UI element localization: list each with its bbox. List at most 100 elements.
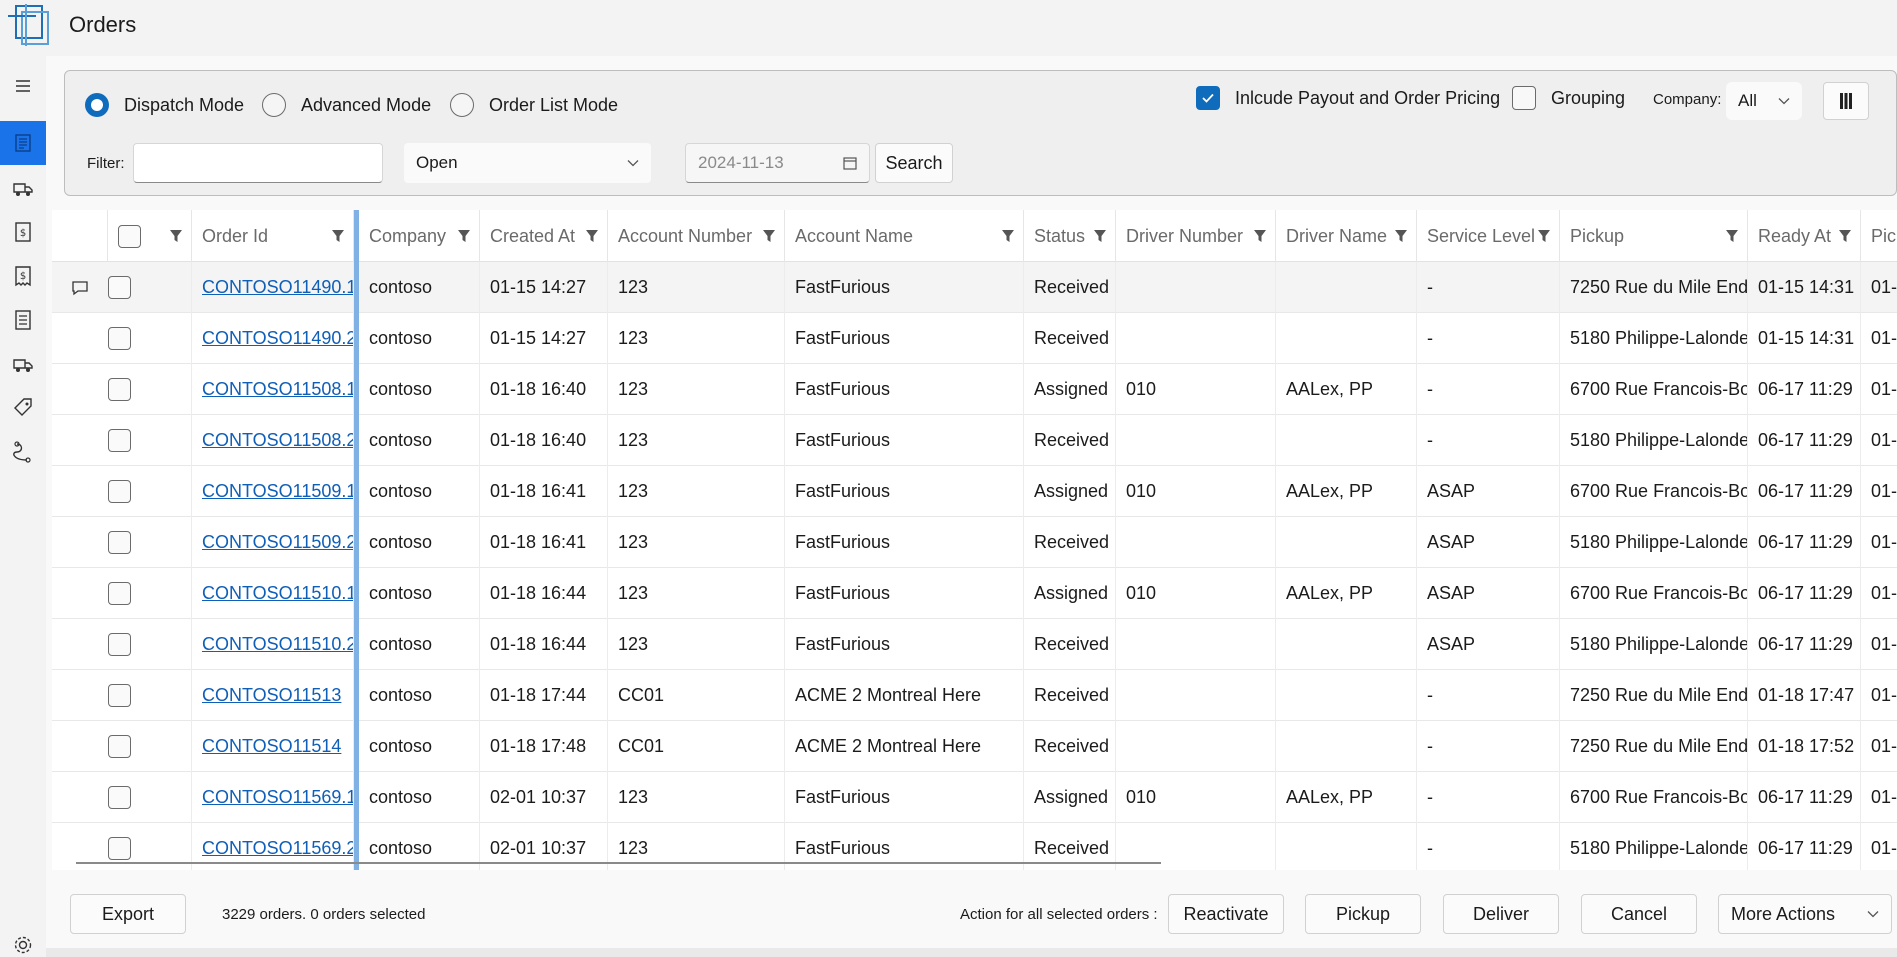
table-row[interactable]: CONTOSO11490.1 contoso 01-15 14:27 123 FastF… [52, 262, 1897, 313]
order-id-cell[interactable]: CONTOSO11569.1 [192, 772, 354, 823]
row-checkbox[interactable] [108, 786, 131, 809]
filter-icon[interactable] [1001, 229, 1015, 243]
order-id-cell[interactable]: CONTOSO11490.2 [192, 313, 354, 364]
table-row[interactable]: CONTOSO11490.2 contoso 01-15 14:27 123 FastF… [52, 313, 1897, 364]
comment-cell[interactable] [52, 262, 108, 313]
table-row[interactable]: CONTOSO11514 contoso 01-18 17:48 CC01 ACME 2… [52, 721, 1897, 772]
sidebar-item-dispatch[interactable] [0, 166, 46, 210]
row-checkbox[interactable] [108, 429, 131, 452]
row-checkbox[interactable] [108, 276, 131, 299]
sidebar-item-delivery[interactable] [0, 342, 46, 386]
filter-icon[interactable] [1838, 229, 1852, 243]
column-chooser-button[interactable] [1823, 82, 1869, 120]
order-id-link[interactable]: CONTOSO11514 [202, 736, 341, 757]
dispatch-mode-radio[interactable]: Dispatch Mode [85, 93, 244, 117]
include-pricing-checkbox[interactable]: Inlcude Payout and Order Pricing [1196, 86, 1500, 110]
table-row[interactable]: CONTOSO11510.1 contoso 01-18 16:44 123 FastF… [52, 568, 1897, 619]
company-select[interactable]: All [1726, 82, 1802, 120]
hamburger-menu-button[interactable] [0, 64, 46, 108]
order-id-link[interactable]: CONTOSO11569.2 [202, 838, 353, 859]
column-header-order-id[interactable]: Order Id [192, 210, 354, 262]
sidebar-item-routes[interactable] [0, 430, 46, 474]
column-header-driver-name[interactable]: Driver Name [1276, 210, 1417, 262]
pickup-button[interactable]: Pickup [1305, 894, 1421, 934]
order-id-link[interactable]: CONTOSO11509.2 [202, 532, 353, 553]
sidebar-item-invoices[interactable]: $ [0, 210, 46, 254]
order-id-cell[interactable]: CONTOSO11508.1 [192, 364, 354, 415]
select-all-checkbox[interactable] [118, 224, 141, 248]
order-id-cell[interactable]: CONTOSO11510.2 [192, 619, 354, 670]
filter-icon[interactable] [169, 229, 183, 243]
order-list-mode-radio[interactable]: Order List Mode [450, 93, 618, 117]
column-header-company[interactable]: Company [359, 210, 480, 262]
order-id-link[interactable]: CONTOSO11569.1 [202, 787, 353, 808]
horizontal-scrollbar[interactable] [76, 862, 1161, 864]
reactivate-button[interactable]: Reactivate [1168, 894, 1284, 934]
filter-icon[interactable] [1253, 229, 1267, 243]
sidebar-item-reports[interactable] [0, 298, 46, 342]
column-header-service-level[interactable]: Service Level [1417, 210, 1560, 262]
order-id-link[interactable]: CONTOSO11510.1 [202, 583, 353, 604]
comment-icon[interactable] [71, 280, 89, 296]
filter-icon[interactable] [457, 229, 471, 243]
column-header-ready-at[interactable]: Ready At [1748, 210, 1861, 262]
sidebar-item-orders[interactable] [0, 121, 46, 165]
order-id-cell[interactable]: CONTOSO11509.1 [192, 466, 354, 517]
frozen-column-divider[interactable] [354, 210, 359, 870]
order-id-cell[interactable]: CONTOSO11509.2 [192, 517, 354, 568]
row-checkbox[interactable] [108, 582, 131, 605]
table-row[interactable]: CONTOSO11569.1 contoso 02-01 10:37 123 FastF… [52, 772, 1897, 823]
order-id-link[interactable]: CONTOSO11490.1 [202, 277, 353, 298]
column-header-created-at[interactable]: Created At [480, 210, 608, 262]
order-id-cell[interactable]: CONTOSO11513 [192, 670, 354, 721]
grouping-checkbox[interactable]: Grouping [1512, 86, 1625, 110]
column-header-pickup-at[interactable]: Picku [1861, 210, 1897, 262]
order-id-link[interactable]: CONTOSO11508.2 [202, 430, 353, 451]
deliver-button[interactable]: Deliver [1443, 894, 1559, 934]
sidebar-item-pricing[interactable] [0, 386, 46, 430]
filter-icon[interactable] [1725, 229, 1739, 243]
row-checkbox[interactable] [108, 378, 131, 401]
table-row[interactable]: CONTOSO11509.1 contoso 01-18 16:41 123 FastF… [52, 466, 1897, 517]
export-button[interactable]: Export [70, 894, 186, 934]
order-id-link[interactable]: CONTOSO11490.2 [202, 328, 353, 349]
order-id-cell[interactable]: CONTOSO11490.1 [192, 262, 354, 313]
filter-icon[interactable] [762, 229, 776, 243]
row-checkbox[interactable] [108, 327, 131, 350]
filter-icon[interactable] [1394, 229, 1408, 243]
row-checkbox[interactable] [108, 480, 131, 503]
row-checkbox[interactable] [108, 633, 131, 656]
search-button[interactable]: Search [875, 143, 953, 183]
sidebar-item-payouts[interactable]: $ [0, 254, 46, 298]
order-id-cell[interactable]: CONTOSO11508.2 [192, 415, 354, 466]
order-id-link[interactable]: CONTOSO11513 [202, 685, 341, 706]
row-checkbox[interactable] [108, 735, 131, 758]
order-id-link[interactable]: CONTOSO11508.1 [202, 379, 353, 400]
table-row[interactable]: CONTOSO11508.1 contoso 01-18 16:40 123 FastF… [52, 364, 1897, 415]
table-row[interactable]: CONTOSO11508.2 contoso 01-18 16:40 123 FastF… [52, 415, 1897, 466]
order-id-cell[interactable]: CONTOSO11514 [192, 721, 354, 772]
advanced-mode-radio[interactable]: Advanced Mode [262, 93, 431, 117]
column-header-account-name[interactable]: Account Name [785, 210, 1024, 262]
filter-icon[interactable] [1537, 229, 1551, 243]
status-select[interactable]: Open [404, 143, 651, 183]
order-id-link[interactable]: CONTOSO11510.2 [202, 634, 353, 655]
column-header-status[interactable]: Status [1024, 210, 1116, 262]
row-checkbox[interactable] [108, 837, 131, 860]
table-row[interactable]: CONTOSO11513 contoso 01-18 17:44 CC01 ACME 2… [52, 670, 1897, 721]
filter-icon[interactable] [331, 229, 345, 243]
filter-input[interactable] [133, 143, 383, 183]
column-header-pickup[interactable]: Pickup [1560, 210, 1748, 262]
column-header-driver-number[interactable]: Driver Number [1116, 210, 1276, 262]
row-checkbox[interactable] [108, 531, 131, 554]
row-checkbox[interactable] [108, 684, 131, 707]
cancel-button[interactable]: Cancel [1581, 894, 1697, 934]
table-row[interactable]: CONTOSO11510.2 contoso 01-18 16:44 123 FastF… [52, 619, 1897, 670]
order-id-link[interactable]: CONTOSO11509.1 [202, 481, 353, 502]
settings-button[interactable] [0, 932, 46, 957]
order-id-cell[interactable]: CONTOSO11510.1 [192, 568, 354, 619]
table-row[interactable]: CONTOSO11509.2 contoso 01-18 16:41 123 FastF… [52, 517, 1897, 568]
column-header-account-number[interactable]: Account Number [608, 210, 785, 262]
date-picker[interactable]: 2024-11-13 [685, 143, 870, 183]
more-actions-dropdown[interactable]: More Actions [1718, 894, 1892, 934]
